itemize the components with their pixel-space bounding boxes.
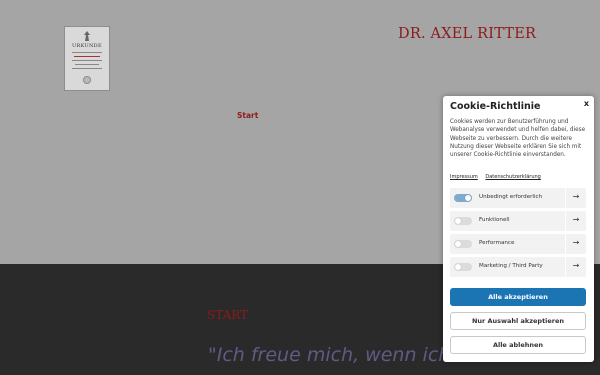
toggle-knob (465, 195, 471, 201)
site-title[interactable]: DR. AXEL RITTER (398, 26, 536, 42)
impressum-link[interactable]: Impressum (450, 174, 478, 180)
section-heading: START (207, 308, 249, 322)
nav-item-start[interactable]: Start (237, 111, 258, 120)
cookie-category-essential[interactable]: Unbedingt erforderlich → (450, 188, 586, 208)
cookie-category-performance[interactable]: Performance → (450, 234, 586, 254)
certificate-logo-icon (84, 31, 90, 41)
toggle-essential[interactable] (454, 194, 472, 202)
certificate-text-line (72, 52, 102, 53)
accept-selection-button[interactable]: Nur Auswahl akzeptieren (450, 312, 586, 330)
cookie-category-marketing[interactable]: Marketing / Third Party → (450, 257, 586, 277)
divider (565, 257, 566, 277)
toggle-performance[interactable] (454, 240, 472, 248)
toggle-knob (455, 218, 461, 224)
toggle-knob (455, 241, 461, 247)
quote-text: "Ich freue mich, wenn ich e (208, 344, 469, 366)
divider (565, 211, 566, 231)
certificate-text-line (72, 68, 102, 69)
category-label: Funktionell (479, 217, 510, 223)
privacy-policy-link[interactable]: Datenschutzerklärung (485, 174, 540, 180)
category-label: Unbedingt erforderlich (479, 194, 543, 200)
cookie-dialog-title: Cookie-Richtlinie (450, 101, 541, 112)
certificate-heading: URKUNDE (72, 43, 102, 49)
certificate-text-line (75, 64, 99, 65)
arrow-right-icon[interactable]: → (567, 215, 585, 224)
toggle-marketing[interactable] (454, 263, 472, 271)
cookie-dialog: Cookie-Richtlinie x Cookies werden zur B… (443, 96, 594, 362)
accept-all-button[interactable]: Alle akzeptieren (450, 288, 586, 306)
certificate-stamp (83, 76, 91, 84)
toggle-functional[interactable] (454, 217, 472, 225)
arrow-right-icon[interactable]: → (567, 261, 585, 270)
toggle-knob (455, 264, 461, 270)
category-label: Performance (479, 240, 515, 246)
certificate-text-line (74, 56, 100, 57)
arrow-right-icon[interactable]: → (567, 192, 585, 201)
arrow-right-icon[interactable]: → (567, 238, 585, 247)
divider (565, 188, 566, 208)
divider (565, 234, 566, 254)
close-button[interactable]: x (584, 99, 589, 108)
certificate-image: URKUNDE (64, 26, 110, 91)
certificate-text-line (72, 60, 102, 61)
cookie-links: Impressum Datenschutzerklärung (450, 174, 547, 180)
reject-all-button[interactable]: Alle ablehnen (450, 336, 586, 354)
cookie-description: Cookies werden zur Benutzerführung und W… (450, 119, 586, 159)
category-label: Marketing / Third Party (479, 263, 543, 269)
cookie-category-functional[interactable]: Funktionell → (450, 211, 586, 231)
